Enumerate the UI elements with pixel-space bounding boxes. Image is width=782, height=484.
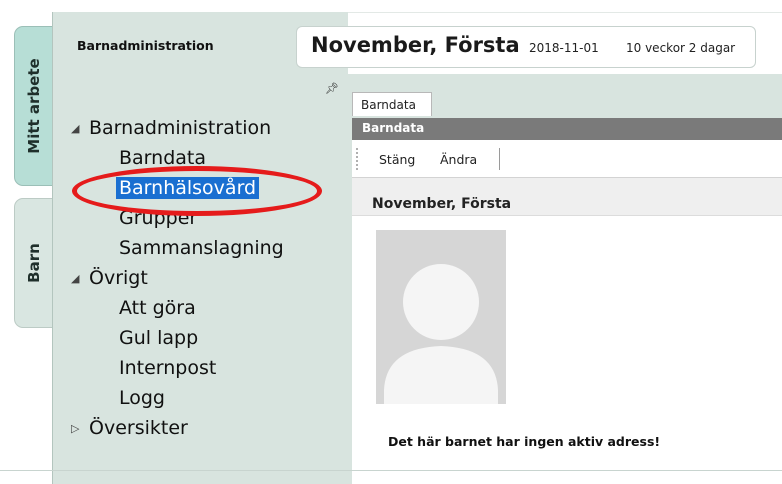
tree-item-sammanslagning[interactable]: Sammanslagning [119, 236, 284, 260]
edit-button[interactable]: Ändra [440, 152, 477, 167]
toolbar: Stäng Ändra [352, 140, 782, 178]
address-warning: Det här barnet har ingen aktiv adress! [388, 434, 661, 449]
child-age: 10 veckor 2 dagar [626, 41, 736, 55]
child-header-card: November, Första 2018-11-01 10 veckor 2 … [296, 26, 756, 68]
tree-item-barndata[interactable]: Barndata [119, 146, 206, 170]
vtab-mitt-arbete[interactable]: Mitt arbete [14, 26, 54, 186]
toolbar-separator [499, 148, 500, 170]
child-details-panel: November, Första Det här barnet har inge… [352, 178, 782, 484]
vtab-label: Barn [25, 243, 43, 283]
navigation-panel: Barnadministration 📌︎ ◢ Barnadministratio… [52, 12, 348, 484]
child-name-heading: November, Första [352, 178, 782, 216]
tree-item-barnhalsovard[interactable]: Barnhälsovård [116, 176, 260, 200]
expanded-triangle-icon[interactable]: ◢ [71, 267, 89, 291]
collapsed-triangle-icon[interactable]: ▷ [71, 417, 89, 441]
expanded-triangle-icon[interactable]: ◢ [71, 117, 89, 141]
avatar-silhouette-icon [376, 230, 506, 404]
nav-title: Barnadministration [77, 38, 214, 53]
tab-barndata[interactable]: Barndata [352, 92, 432, 116]
pin-icon[interactable]: 📌︎ [325, 82, 339, 95]
app-window: Mitt arbete Barn Barnadministration 📌︎ ◢… [0, 0, 782, 484]
child-name: November, Första [311, 33, 520, 57]
divider [0, 470, 782, 471]
tree-item-gul-lapp[interactable]: Gul lapp [119, 326, 198, 350]
birth-date: 2018-11-01 [529, 41, 599, 55]
tree-item-ovrigt[interactable]: ◢ Övrigt [71, 266, 148, 291]
vtab-label: Mitt arbete [25, 58, 43, 154]
tree-item-internpost[interactable]: Internpost [119, 356, 216, 380]
toolbar-grip [356, 148, 358, 170]
close-button[interactable]: Stäng [379, 152, 415, 167]
tree-item-barnadministration[interactable]: ◢ Barnadministration [71, 116, 271, 141]
avatar-placeholder-icon [376, 230, 506, 404]
tree-item-logg[interactable]: Logg [119, 386, 165, 410]
tree-item-grupper[interactable]: Grupper [119, 206, 197, 230]
section-title: Barndata [352, 118, 782, 140]
tree-item-oversikter[interactable]: ▷ Översikter [71, 416, 188, 441]
vtab-barn[interactable]: Barn [14, 198, 54, 328]
tree-item-att-gora[interactable]: Att göra [119, 296, 196, 320]
